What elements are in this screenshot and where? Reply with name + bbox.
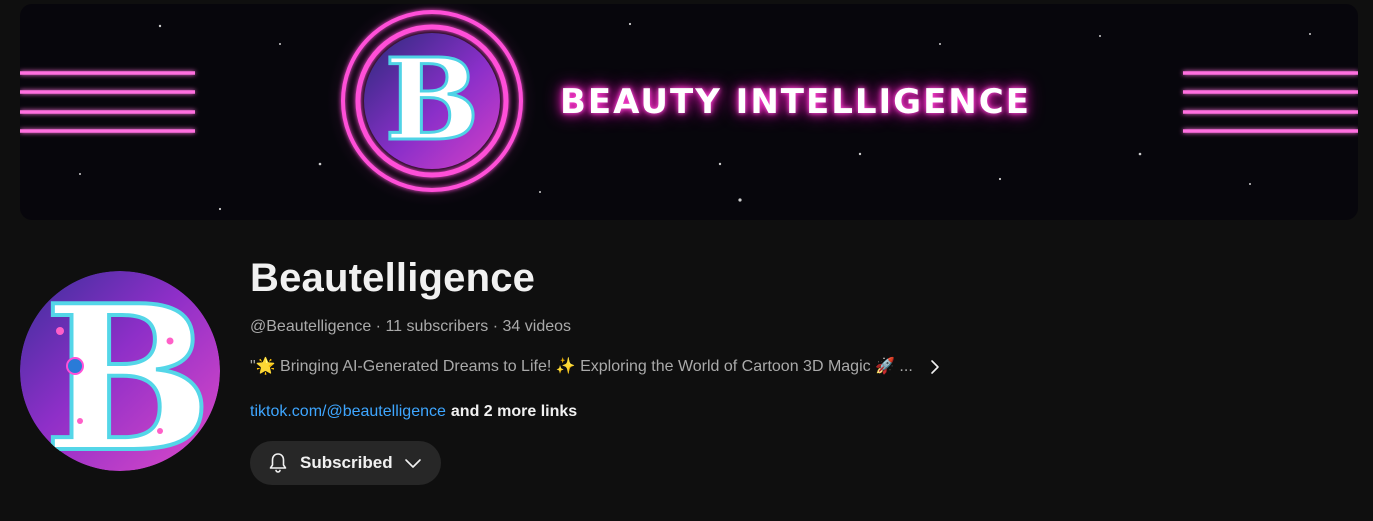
channel-name: Beautelligence	[250, 256, 536, 300]
channel-page: B BEAUTY INTELLIGENCE B Beautelligence @…	[0, 0, 1373, 521]
channel-description[interactable]: "🌟 Bringing AI-Generated Dreams to Life!…	[250, 356, 913, 378]
video-count: 34 videos	[502, 318, 572, 335]
left-neon-bars	[20, 71, 195, 133]
subscriber-count: 11 subscribers	[385, 318, 489, 335]
channel-handle: @Beautelligence	[250, 318, 372, 335]
channel-description-row[interactable]: "🌟 Bringing AI-Generated Dreams to Life!…	[250, 356, 1340, 378]
chevron-right-icon[interactable]	[927, 359, 943, 375]
channel-meta: @Beautelligence · 11 subscribers · 34 vi…	[250, 316, 1340, 338]
right-neon-bars	[1183, 71, 1358, 133]
banner-logo-letter: B	[385, 35, 480, 166]
meta-separator: ·	[488, 318, 503, 335]
channel-avatar[interactable]: B	[20, 271, 220, 471]
channel-info: Beautelligence @Beautelligence · 11 subs…	[250, 252, 1340, 485]
bell-icon	[266, 451, 290, 475]
more-links-button[interactable]: and 2 more links	[451, 403, 577, 420]
banner-title: BEAUTY INTELLIGENCE	[560, 82, 1031, 122]
subscribed-label: Subscribed	[300, 453, 393, 472]
subscribed-button[interactable]: Subscribed	[250, 441, 441, 485]
avatar-logo: B	[20, 271, 220, 471]
channel-links: tiktok.com/@beautelligence and 2 more lin…	[250, 401, 1340, 423]
chevron-down-icon	[403, 453, 423, 473]
channel-banner: B BEAUTY INTELLIGENCE	[20, 4, 1358, 220]
meta-separator: ·	[371, 318, 386, 335]
tiktok-link[interactable]: tiktok.com/@beautelligence	[250, 403, 446, 420]
